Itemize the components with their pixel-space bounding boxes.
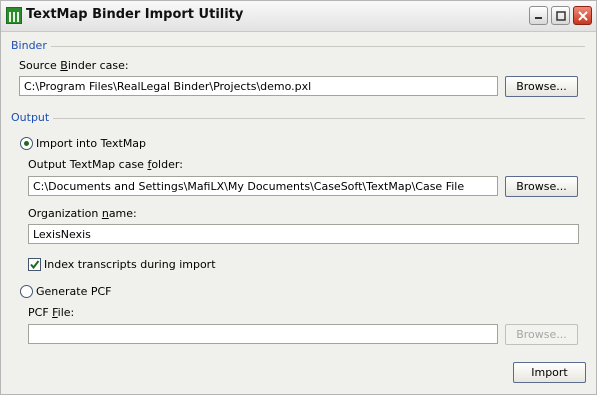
radio-selected-dot [24,141,29,146]
import-utility-window: TextMap Binder Import Utility Binder Sou… [0,0,597,395]
app-icon [6,7,22,24]
output-case-folder-label: Output TextMap case folder: [28,158,183,171]
source-browse-button[interactable]: Browse... [505,76,578,97]
index-transcripts-checkbox[interactable] [28,258,41,271]
title-bar[interactable]: TextMap Binder Import Utility [1,1,596,32]
binder-section-label: Binder [11,39,47,52]
minimize-icon [535,17,542,19]
close-icon [577,10,588,21]
source-binder-case-input[interactable]: C:\Program Files\RealLegal Binder\Projec… [19,76,498,96]
source-binder-case-label: Source Binder case: [19,59,129,72]
index-transcripts-label[interactable]: Index transcripts during import [44,258,216,271]
output-case-folder-input[interactable]: C:\Documents and Settings\MafiLX\My Docu… [28,176,498,196]
window-title: TextMap Binder Import Utility [26,7,244,22]
pcf-file-input[interactable] [28,324,498,344]
organization-name-label: Organization name: [28,207,137,220]
output-section-label: Output [11,111,50,124]
minimize-button[interactable] [529,6,548,25]
generate-pcf-label[interactable]: Generate PCF [36,285,112,298]
pcf-file-label: PCF File: [28,306,75,319]
organization-name-input[interactable]: LexisNexis [28,224,579,244]
import-button[interactable]: Import [513,362,586,383]
generate-pcf-radio[interactable] [20,285,33,298]
binder-section-divider [51,46,585,47]
import-into-textmap-radio[interactable] [20,137,33,150]
pcf-browse-button: Browse... [505,324,578,345]
import-into-textmap-label[interactable]: Import into TextMap [36,137,146,150]
maximize-button[interactable] [551,6,570,25]
maximize-icon [555,10,566,21]
output-folder-browse-button[interactable]: Browse... [505,176,578,197]
output-section-divider [53,118,585,119]
close-button[interactable] [573,6,592,25]
checkmark-icon [30,260,40,270]
